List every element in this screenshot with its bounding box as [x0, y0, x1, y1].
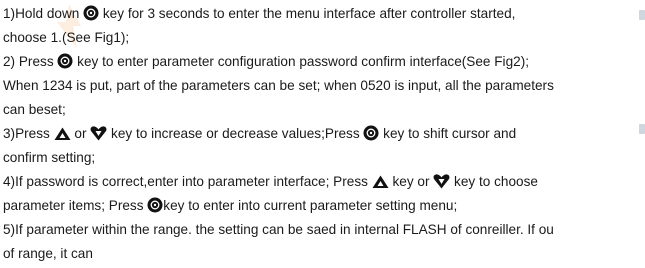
set-key-icon — [147, 197, 163, 213]
up-triangle-icon — [54, 127, 71, 141]
up-triangle-icon — [372, 175, 389, 189]
instruction-line-6: 3)Press or key to increase or decrease v… — [3, 125, 517, 141]
instruction-line-7: confirm setting; — [3, 150, 96, 165]
manual-page: 1)Hold down key for 3 seconds to enter t… — [0, 0, 645, 268]
instruction-line-10: 5)If parameter within the range. the set… — [3, 222, 554, 237]
set-key-icon — [83, 5, 99, 21]
down-heart-icon — [90, 126, 107, 141]
edge-marker-top — [639, 10, 645, 20]
instruction-line-5: can beset; — [3, 102, 66, 117]
instruction-line-2: choose 1.(See Fig1); — [3, 30, 130, 45]
instruction-line-1: 1)Hold down key for 3 seconds to enter t… — [3, 5, 516, 21]
instruction-line-8: 4)If password is correct,enter into para… — [3, 174, 538, 189]
instruction-line-9: parameter items; Press key to enter into… — [3, 197, 458, 213]
instruction-line-11: of range, it can — [3, 246, 93, 261]
instruction-line-3: 2) Press key to enter parameter configur… — [3, 53, 529, 69]
instruction-line-4: When 1234 is put, part of the parameters… — [3, 78, 554, 93]
set-key-icon — [57, 53, 73, 69]
set-key-icon — [363, 125, 379, 141]
edge-marker-middle — [639, 124, 645, 134]
down-heart-icon — [433, 174, 450, 189]
